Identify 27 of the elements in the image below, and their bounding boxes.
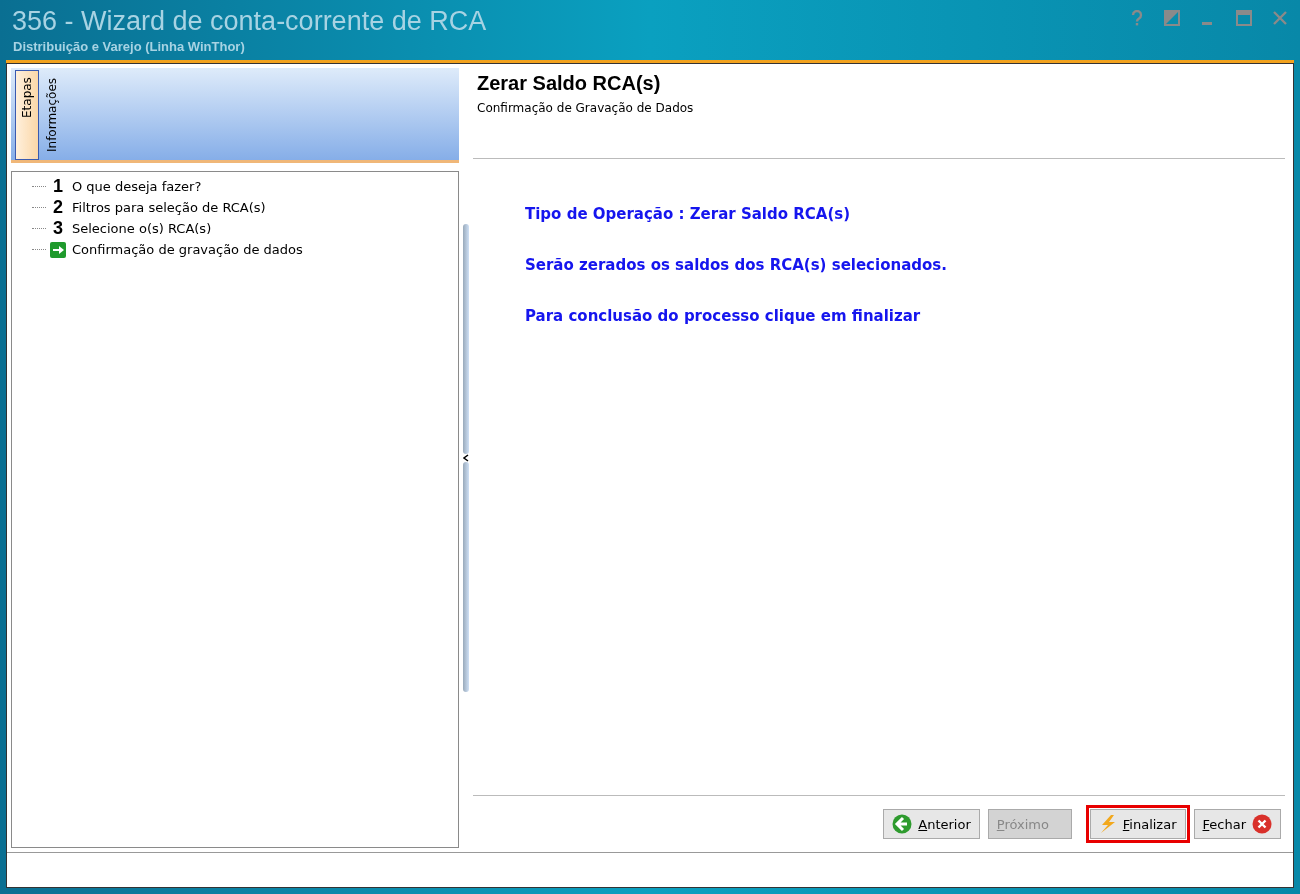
step-number: 3 <box>52 218 64 239</box>
window-subtitle: Distribuição e Varejo (Linha WinThor) <box>13 39 246 54</box>
page-title: Zerar Saldo RCA(s) <box>477 72 662 95</box>
step-number: 1 <box>52 176 64 197</box>
step-label[interactable]: Filtros para seleção de RCA(s) <box>72 200 266 215</box>
step-label[interactable]: Confirmação de gravação de dados <box>72 242 303 257</box>
wizard-button[interactable]: Fechar <box>1193 809 1281 839</box>
info-message: Para conclusão do processo clique em finalizar <box>525 307 922 325</box>
close-icon[interactable] <box>1272 10 1288 26</box>
side-tab[interactable]: Informações <box>41 72 63 160</box>
step-label[interactable]: O que deseja fazer? <box>72 179 202 194</box>
help-icon[interactable] <box>1130 10 1144 26</box>
window-title: 356 - Wizard de conta-corrente de RCA <box>12 6 487 37</box>
back-icon <box>892 814 913 834</box>
theme-icon[interactable] <box>1164 10 1180 26</box>
close-icon <box>1252 814 1272 834</box>
maximize-icon[interactable] <box>1236 10 1252 26</box>
lightning-icon <box>1098 814 1117 834</box>
info-message: Tipo de Operação : Zerar Saldo RCA(s) <box>525 205 852 223</box>
step-number: 2 <box>52 197 64 218</box>
wizard-button[interactable]: Finalizar <box>1089 809 1186 839</box>
collapse-icon[interactable] <box>463 454 469 462</box>
side-tab[interactable]: Etapas <box>15 70 39 160</box>
step-label[interactable]: Selecione o(s) RCA(s) <box>72 221 212 236</box>
wizard-button[interactable]: Anterior <box>883 809 980 839</box>
info-message: Serão zerados os saldos dos RCA(s) selecionados. <box>525 256 948 274</box>
page-subtitle: Confirmação de Gravação de Dados <box>477 101 695 115</box>
